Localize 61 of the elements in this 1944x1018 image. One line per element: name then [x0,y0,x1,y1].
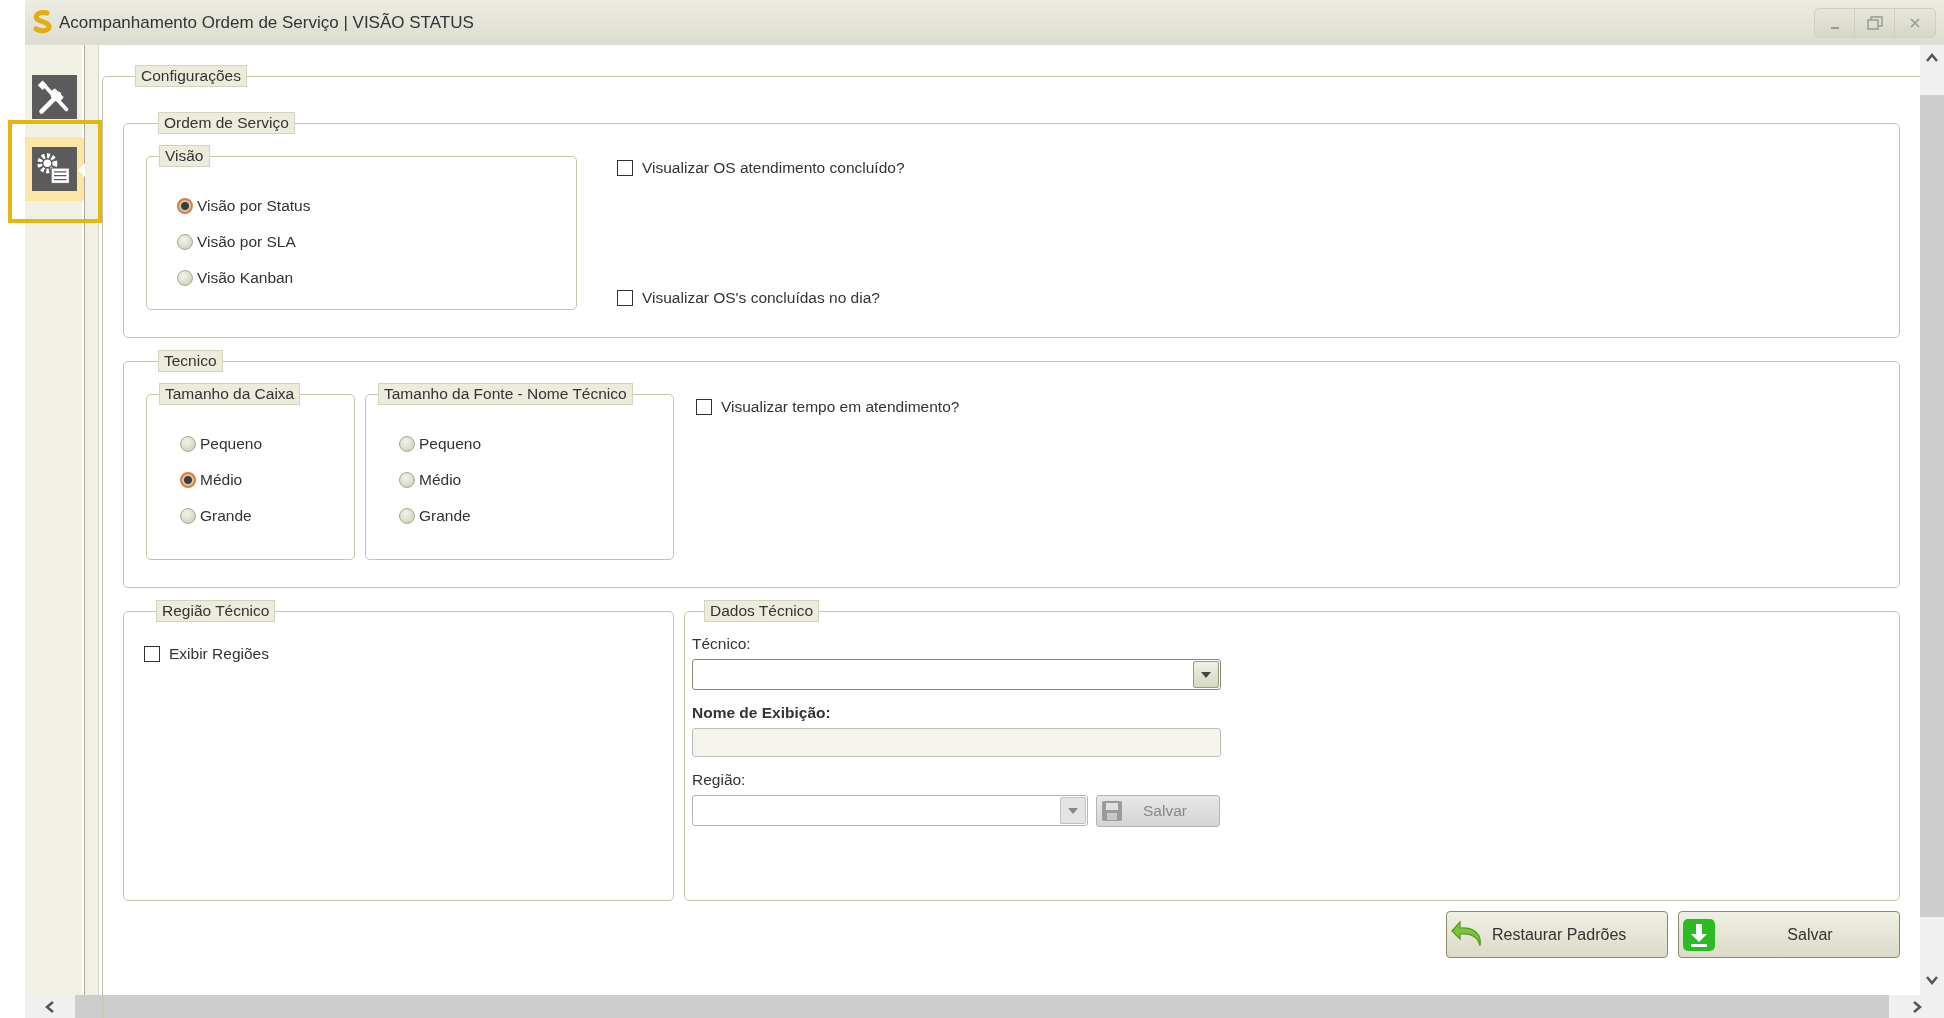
group-title: Região Técnico [156,600,276,622]
group-title: Tamanho da Fonte - Nome Técnico [378,383,633,405]
tools-icon [31,75,78,119]
checkbox[interactable] [696,399,712,415]
close-icon [1909,16,1921,29]
radio-option[interactable]: Grande [180,505,354,526]
radio-label: Grande [419,506,471,526]
save-button[interactable]: Salvar [1678,911,1900,958]
app-logo-icon [31,9,55,36]
field-label: Nome de Exibição: [692,703,832,723]
group-title: Dados Técnico [704,600,820,622]
radio-label: Pequeno [419,434,482,454]
radio-option[interactable]: Grande [399,505,673,526]
checkbox-label: Exibir Regiões [169,644,269,664]
restore-defaults-button[interactable]: Restaurar Padrões [1446,911,1668,958]
group-title: Tecnico [158,350,223,372]
radio-button[interactable] [399,435,415,452]
radio-option[interactable]: Pequeno [180,433,354,454]
checkbox[interactable] [144,646,160,662]
horizontal-scrollbar[interactable] [25,995,1944,1018]
field-label: Técnico: [692,634,752,654]
radio-label: Médio [200,470,243,490]
radio-button[interactable] [177,269,193,286]
checkbox[interactable] [617,160,633,176]
radio-button[interactable] [180,435,196,452]
dropdown-arrow-icon [1201,671,1211,678]
restore-icon [1866,15,1883,30]
radio-label: Grande [200,506,252,526]
group-title: Visão [159,145,210,167]
group-title: Tamanho da Caixa [159,383,301,405]
sidebar-tab[interactable] [25,137,84,201]
radio-button[interactable] [177,197,193,214]
dropdown-field[interactable] [692,659,1221,690]
dropdown-arrow-icon [1068,807,1078,814]
radio-option[interactable]: Visão Kanban [177,267,576,288]
radio-option[interactable]: Visão por SLA [177,231,576,252]
checkbox-label: Visualizar OS atendimento concluído? [642,158,905,178]
window-title: Acompanhamento Ordem de Serviço | VISÃO STATUS [59,12,474,33]
vertical-scrollbar[interactable] [1920,45,1944,995]
radio-option[interactable]: Pequeno [399,433,673,454]
radio-button[interactable] [177,233,193,250]
radio-label: Visão por Status [197,196,311,216]
checkbox-label: Visualizar OS's concluídas no dia? [642,288,880,308]
radio-option[interactable]: Médio [399,469,673,490]
radio-button[interactable] [180,471,196,488]
radio-button[interactable] [399,507,415,524]
minimize-icon [1830,26,1839,29]
field-label: Região: [692,770,747,790]
group-title: Configurações [135,65,247,87]
checkbox[interactable] [617,290,633,306]
radio-option[interactable]: Médio [180,469,354,490]
radio-option[interactable]: Visão por Status [177,195,576,216]
radio-label: Médio [419,470,462,490]
radio-button[interactable] [399,471,415,488]
radio-label: Visão Kanban [197,268,294,288]
settings-list-icon [31,147,78,191]
checkbox-label: Visualizar tempo em atendimento? [721,397,960,417]
radio-button[interactable] [180,507,196,524]
radio-label: Pequeno [200,434,263,454]
radio-label: Visão por SLA [197,232,296,252]
group-title: Ordem de Serviço [158,112,295,134]
